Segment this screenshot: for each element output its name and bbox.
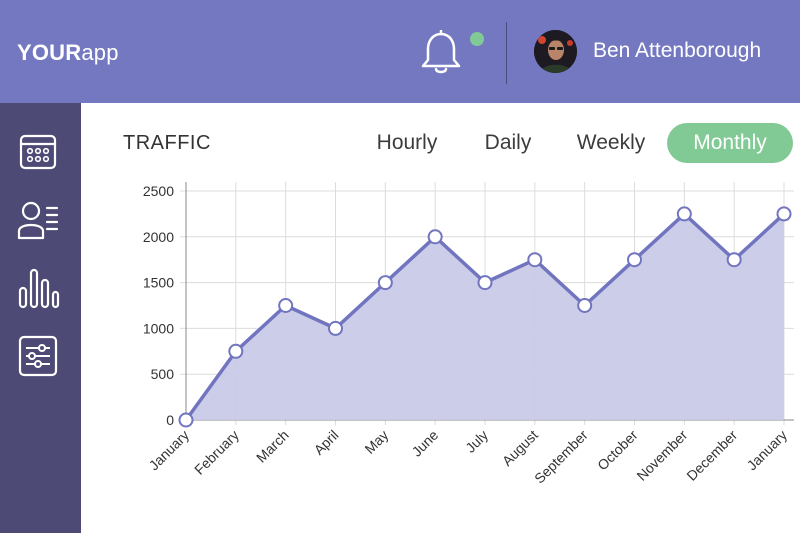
data-point [477,275,493,291]
x-tick-label: February [191,427,242,478]
y-tick-label: 500 [151,366,175,382]
data-point [776,206,792,222]
data-point [328,320,343,336]
data-point [228,343,244,359]
x-tick-label: September [531,427,591,487]
x-tick-label: January [744,427,791,474]
x-tick-label: January [146,427,193,474]
data-point [427,229,443,245]
y-tick-label: 0 [166,412,174,428]
traffic-chart: 05001000150020002500JanuaryFebruary March… [143,182,794,487]
y-tick-label: 1000 [143,320,174,336]
y-tick-label: 1500 [143,275,174,291]
y-tick-label: 2500 [143,183,174,199]
data-point [278,298,294,313]
data-point [627,252,642,268]
y-tick-label: 2000 [143,229,174,245]
x-tick-label: March [253,427,292,466]
data-point [527,252,543,268]
data-point [577,298,593,313]
x-tick-label: October [594,427,641,474]
x-tick-label: August [499,427,541,469]
data-point [676,206,692,222]
data-point [178,412,194,428]
data-point [726,252,742,268]
x-tick-label: July [462,427,491,456]
x-tick-label: May [361,427,391,457]
x-tick-label: November [633,427,690,484]
x-tick-label: June [409,427,442,460]
x-tick-label: April [310,427,341,458]
x-tick-label: December [683,427,740,484]
data-point [377,275,393,291]
